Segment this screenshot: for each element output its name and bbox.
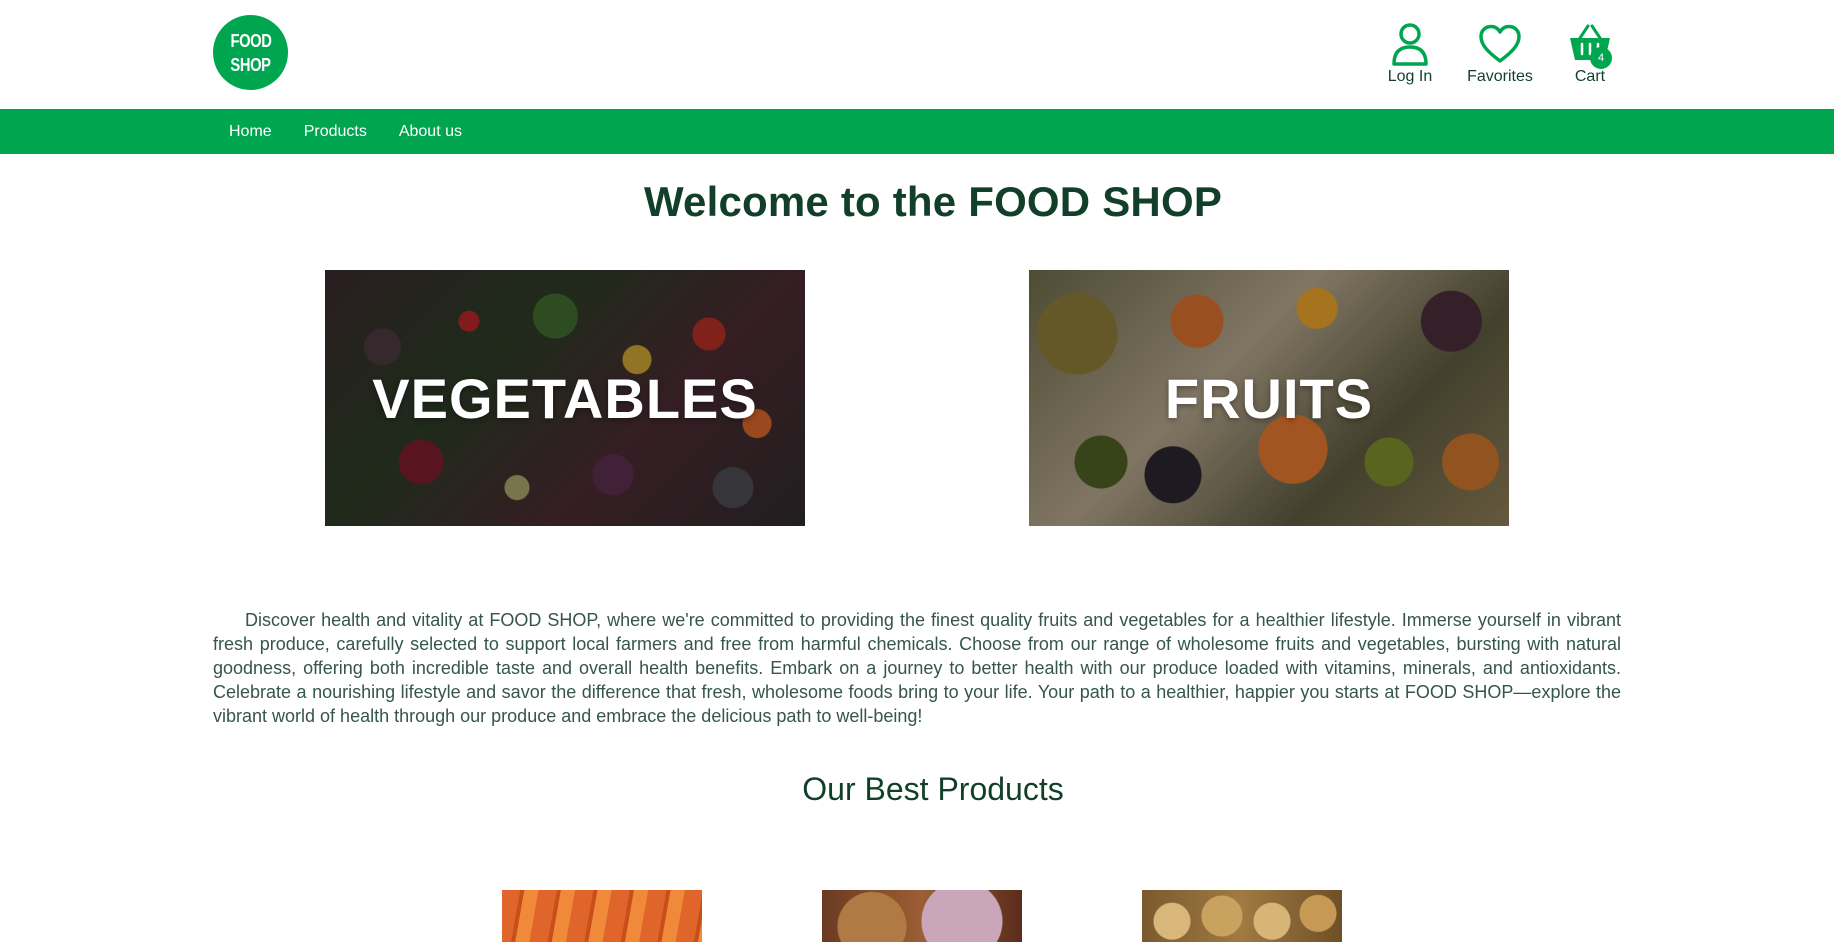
user-icon [1388, 22, 1432, 66]
nav-item-products[interactable]: Products [288, 123, 383, 141]
intro-paragraph: Discover health and vitality at FOOD SHO… [213, 610, 1621, 726]
favorites-label: Favorites [1467, 68, 1533, 85]
logo-line-shop: SHOP [230, 54, 271, 75]
page-title: Welcome to the FOOD SHOP [643, 178, 1223, 225]
nav-item-about-us[interactable]: About us [383, 123, 478, 141]
logo-line-food: FOOD [230, 30, 271, 51]
header-actions: Log In Favorites 4 Cart [1380, 22, 1620, 86]
product-image-carrots[interactable] [502, 890, 702, 942]
basket-icon: 4 [1568, 22, 1612, 69]
best-products-title: Our Best Products [802, 771, 1064, 807]
category-fruits-label: FRUITS [1164, 366, 1374, 430]
login-label: Log In [1387, 68, 1433, 85]
cart-button[interactable]: 4 Cart [1560, 22, 1620, 86]
nav-list: Home Products About us [213, 109, 478, 154]
login-button[interactable]: Log In [1380, 22, 1440, 86]
cart-count-badge: 4 [1590, 47, 1612, 69]
nav-item-home[interactable]: Home [213, 123, 288, 141]
site-logo[interactable]: FOOD SHOP [213, 15, 288, 90]
category-vegetables-label: VEGETABLES [372, 366, 758, 430]
category-vegetables-card[interactable]: VEGETABLES [325, 270, 805, 526]
product-image-potatoes[interactable] [1142, 890, 1342, 942]
heart-icon [1478, 22, 1522, 66]
site-header: FOOD SHOP Log In Favorites 4 Cart [0, 0, 1834, 109]
best-products-list [502, 890, 1342, 942]
product-image-onions[interactable] [822, 890, 1022, 942]
main-nav: Home Products About us [0, 109, 1834, 154]
cart-label: Cart [1574, 68, 1606, 85]
category-fruits-card[interactable]: FRUITS [1029, 270, 1509, 526]
favorites-button[interactable]: Favorites [1464, 22, 1536, 86]
